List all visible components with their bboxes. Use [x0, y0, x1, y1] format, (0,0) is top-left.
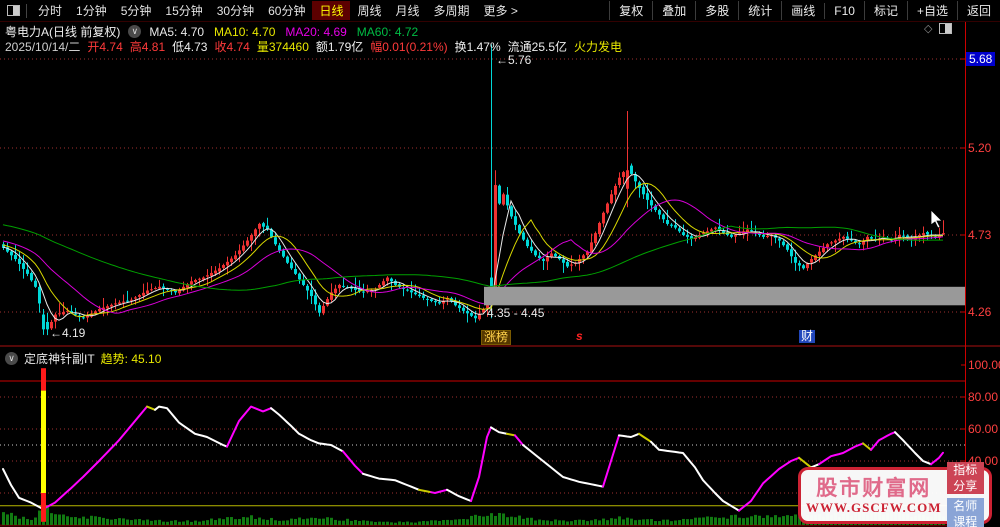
toolbar-button-1[interactable]: 叠加: [652, 1, 695, 20]
ma-label-3: MA60: 4.72: [356, 24, 419, 39]
toolbar-button-5[interactable]: F10: [824, 2, 864, 19]
toolbar-button-8[interactable]: 返回: [956, 1, 1000, 20]
detail-segment-3: 低4.73: [172, 40, 208, 54]
period-tab-7[interactable]: 周线: [350, 1, 388, 20]
period-tab-6[interactable]: 日线: [312, 1, 351, 20]
detail-segment-1: 开4.74: [87, 40, 123, 54]
diamond-icon[interactable]: ◇: [924, 22, 932, 35]
detail-segment-0: 2025/10/14/二: [5, 40, 81, 54]
detail-segment-8: 换1.47%: [454, 40, 501, 54]
toolbar-button-7[interactable]: +自选: [906, 1, 957, 20]
window-icon[interactable]: [7, 5, 20, 16]
watermark-url: WWW.GSCFW.COM: [806, 499, 942, 515]
period-tabs: 分时 1分钟 5分钟 15分钟 30分钟 60分钟 日线 周线 月线 多周期 更多 >: [31, 1, 525, 20]
detail-segment-6: 额1.79亿: [315, 40, 364, 54]
watermark-tags: 指标分享 名师课程: [946, 461, 984, 527]
indicator-trend-value: 趋势: 45.10: [100, 352, 162, 366]
chart-corner-icons: ◇: [924, 22, 953, 35]
indicator-name: 定底神针副IT: [24, 352, 95, 366]
detail-segment-2: 高4.81: [129, 40, 166, 54]
stock-app-window: 分时 1分钟 5分钟 15分钟 30分钟 60分钟 日线 周线 月线 多周期 更多 > 复权 叠加 多股…: [0, 0, 1000, 527]
ma-label-0: MA5: 4.70: [149, 24, 205, 39]
watermark-text: 股市财富网 WWW.GSCFW.COM: [806, 477, 942, 515]
high-price-annotation: ←5.76: [496, 53, 532, 67]
watermark-title: 股市财富网: [816, 476, 932, 500]
support-zone-label: 4.35 - 4.45: [487, 306, 545, 320]
period-tab-9[interactable]: 多周期: [427, 1, 477, 20]
watermark-tag-1: 指标分享: [946, 461, 984, 494]
price-label-4.73: 4.73: [968, 228, 992, 242]
ma-label-1: MA10: 4.70: [214, 24, 276, 39]
toolbar-button-2[interactable]: 多股: [695, 1, 738, 20]
ma-label-2: MA20: 4.69: [285, 24, 347, 39]
indicator-header: ∨ 定底神针副IT 趋势: 45.10: [5, 350, 161, 367]
period-tab-10[interactable]: 更多 >: [477, 1, 525, 20]
toolbar-button-3[interactable]: 统计: [738, 1, 781, 20]
chevron-down-icon[interactable]: ∨: [128, 25, 142, 38]
price-label-5.68: 5.68: [966, 52, 996, 66]
period-tab-3[interactable]: 15分钟: [158, 1, 209, 20]
period-tab-1[interactable]: 1分钟: [69, 1, 114, 20]
ma-legend: MA5: 4.70 MA10: 4.70 MA20: 4.69 MA60: 4.72: [149, 25, 418, 39]
indicator-label-60.00: 60.00: [968, 422, 999, 436]
detail-segment-4: 收4.74: [214, 40, 250, 54]
price-label-4.26: 4.26: [968, 305, 992, 319]
price-label-5.20: 5.20: [968, 141, 992, 155]
toolbar-button-0[interactable]: 复权: [609, 1, 652, 20]
toolbar-button-6[interactable]: 标记: [863, 1, 907, 20]
marker-gold[interactable]: 涨榜: [481, 330, 512, 345]
period-tab-8[interactable]: 月线: [389, 1, 427, 20]
period-tab-5[interactable]: 60分钟: [261, 1, 312, 20]
period-toolbar: 分时 1分钟 5分钟 15分钟 30分钟 60分钟 日线 周线 月线 多周期 更多 > 复权 叠加 多股…: [0, 0, 1000, 22]
chart-canvas: [0, 21, 1000, 527]
toolbar-right-buttons: 复权 叠加 多股 统计 画线 F10 标记 +自选 返回: [609, 1, 1000, 20]
mouse-cursor: [930, 210, 943, 229]
period-tab-4[interactable]: 30分钟: [210, 1, 261, 20]
mini-window-icon[interactable]: [939, 23, 953, 34]
indicator-label-100.00: 100.00: [968, 358, 1000, 372]
toolbar-button-4[interactable]: 画线: [781, 1, 824, 20]
toolbar-divider: [26, 3, 27, 18]
watermark-tag-2: 名师课程: [946, 497, 984, 527]
detail-segment-7: 幅0.01(0.21%): [370, 40, 448, 54]
detail-segment-5: 量374460: [256, 40, 309, 54]
indicator-chevron-down-icon[interactable]: ∨: [5, 352, 18, 365]
period-tab-0[interactable]: 分时: [31, 1, 69, 20]
indicator-label-80.00: 80.00: [968, 390, 999, 404]
period-tab-2[interactable]: 5分钟: [114, 1, 159, 20]
marker-blue[interactable]: 财: [799, 330, 816, 343]
marker-red[interactable]: s: [574, 330, 585, 343]
watermark-box: 股市财富网 WWW.GSCFW.COM 指标分享 名师课程: [798, 461, 992, 527]
low-price-annotation: ←4.19: [50, 326, 86, 340]
detail-segment-10: 火力发电: [574, 40, 623, 54]
